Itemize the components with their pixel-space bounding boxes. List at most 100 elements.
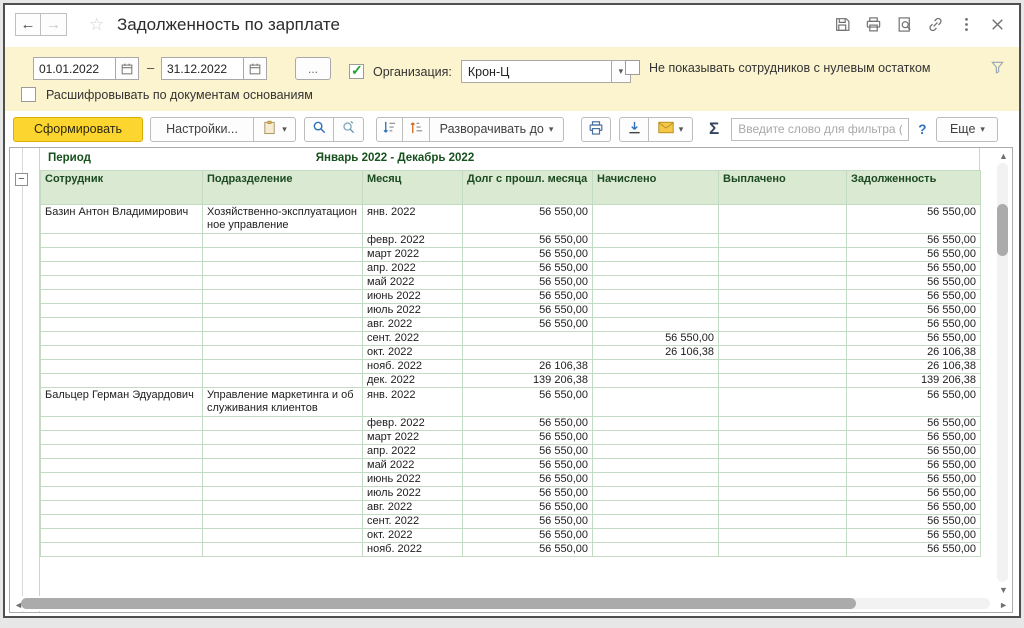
cell-employee[interactable] — [41, 417, 203, 431]
cell-month[interactable]: май 2022 — [363, 459, 463, 473]
cell-month[interactable]: янв. 2022 — [363, 388, 463, 417]
cell-debt-start[interactable]: 56 550,00 — [463, 515, 593, 529]
cell-employee[interactable] — [41, 445, 203, 459]
cell-debt-start[interactable]: 56 550,00 — [463, 543, 593, 557]
column-header[interactable]: Выплачено — [719, 171, 847, 205]
print-button[interactable] — [581, 117, 611, 142]
cell-department[interactable] — [203, 318, 363, 332]
cell-debt-end[interactable]: 56 550,00 — [847, 459, 981, 473]
generate-button[interactable]: Сформировать — [13, 117, 143, 142]
cell-debt-start[interactable]: 56 550,00 — [463, 304, 593, 318]
cell-debt-start[interactable] — [463, 332, 593, 346]
back-button[interactable]: ← — [15, 13, 41, 36]
cell-debt-start[interactable]: 56 550,00 — [463, 290, 593, 304]
column-header[interactable]: Долг с прошл. месяца — [463, 171, 593, 205]
cell-debt-end[interactable]: 56 550,00 — [847, 487, 981, 501]
cell-debt-start[interactable]: 56 550,00 — [463, 487, 593, 501]
cell-paid[interactable] — [719, 501, 847, 515]
cell-month[interactable]: май 2022 — [363, 276, 463, 290]
cell-employee[interactable]: Базин Антон Владимирович — [41, 205, 203, 234]
cell-department[interactable] — [203, 360, 363, 374]
horizontal-scrollbar[interactable]: ◄ ► — [11, 596, 994, 611]
cell-debt-end[interactable]: 56 550,00 — [847, 473, 981, 487]
search-button[interactable] — [304, 117, 334, 142]
cell-paid[interactable] — [719, 304, 847, 318]
period-from-input[interactable] — [33, 57, 115, 80]
cell-accrued[interactable] — [593, 515, 719, 529]
cell-department[interactable] — [203, 431, 363, 445]
cell-month[interactable]: сент. 2022 — [363, 515, 463, 529]
cell-debt-end[interactable]: 56 550,00 — [847, 431, 981, 445]
cell-department[interactable] — [203, 459, 363, 473]
cell-paid[interactable] — [719, 205, 847, 234]
cell-paid[interactable] — [719, 234, 847, 248]
vertical-scrollbar[interactable]: ▲ ▼ — [995, 149, 1011, 596]
cell-department[interactable] — [203, 332, 363, 346]
choose-period-button[interactable]: ... — [295, 57, 331, 80]
cell-debt-start[interactable]: 56 550,00 — [463, 473, 593, 487]
cell-debt-end[interactable]: 56 550,00 — [847, 529, 981, 543]
cell-accrued[interactable] — [593, 360, 719, 374]
hide-zero-checkbox[interactable] — [625, 60, 640, 75]
cell-accrued[interactable] — [593, 318, 719, 332]
send-email-button[interactable]: ▾ — [649, 117, 693, 142]
cell-paid[interactable] — [719, 388, 847, 417]
cell-employee[interactable] — [41, 304, 203, 318]
cell-month[interactable]: нояб. 2022 — [363, 360, 463, 374]
cell-employee[interactable] — [41, 431, 203, 445]
cell-debt-end[interactable]: 56 550,00 — [847, 205, 981, 234]
cell-department[interactable] — [203, 487, 363, 501]
cell-employee[interactable] — [41, 529, 203, 543]
cell-debt-start[interactable]: 56 550,00 — [463, 529, 593, 543]
scroll-right-icon[interactable]: ► — [999, 600, 1008, 610]
cell-employee[interactable] — [41, 459, 203, 473]
column-header[interactable]: Начислено — [593, 171, 719, 205]
cell-employee[interactable] — [41, 360, 203, 374]
cell-debt-end[interactable]: 56 550,00 — [847, 543, 981, 557]
hscroll-thumb[interactable] — [21, 598, 856, 609]
cell-month[interactable]: июль 2022 — [363, 304, 463, 318]
period-to-input[interactable] — [161, 57, 243, 80]
calendar-icon[interactable] — [115, 57, 139, 80]
cell-month[interactable]: авг. 2022 — [363, 501, 463, 515]
cell-month[interactable]: янв. 2022 — [363, 205, 463, 234]
cell-paid[interactable] — [719, 487, 847, 501]
cell-debt-start[interactable]: 56 550,00 — [463, 417, 593, 431]
more-actions-button[interactable]: Еще ▾ — [936, 117, 998, 142]
cell-department[interactable] — [203, 417, 363, 431]
cell-debt-start[interactable]: 139 206,38 — [463, 374, 593, 388]
cell-paid[interactable] — [719, 346, 847, 360]
link-icon[interactable] — [925, 14, 945, 34]
cell-accrued[interactable] — [593, 374, 719, 388]
cell-month[interactable]: апр. 2022 — [363, 262, 463, 276]
cell-debt-start[interactable] — [463, 346, 593, 360]
cell-department[interactable] — [203, 290, 363, 304]
cell-month[interactable]: февр. 2022 — [363, 234, 463, 248]
cell-employee[interactable] — [41, 276, 203, 290]
column-header[interactable]: Сотрудник — [41, 171, 203, 205]
preview-icon[interactable] — [894, 14, 914, 34]
cell-month[interactable]: июнь 2022 — [363, 290, 463, 304]
cell-employee[interactable] — [41, 332, 203, 346]
cell-employee[interactable] — [41, 234, 203, 248]
expand-levels-button[interactable] — [403, 117, 430, 142]
cell-accrued[interactable]: 56 550,00 — [593, 332, 719, 346]
scroll-down-icon[interactable]: ▼ — [999, 585, 1008, 595]
cell-accrued[interactable] — [593, 248, 719, 262]
close-icon[interactable] — [987, 14, 1007, 34]
save-file-button[interactable] — [619, 117, 649, 142]
cell-month[interactable]: июль 2022 — [363, 487, 463, 501]
cell-debt-end[interactable]: 56 550,00 — [847, 388, 981, 417]
cell-paid[interactable] — [719, 290, 847, 304]
cell-debt-start[interactable]: 56 550,00 — [463, 276, 593, 290]
cell-debt-start[interactable]: 56 550,00 — [463, 388, 593, 417]
cell-debt-start[interactable]: 56 550,00 — [463, 248, 593, 262]
cell-debt-start[interactable]: 56 550,00 — [463, 445, 593, 459]
expand-to-button[interactable]: Разворачивать до ▾ — [430, 117, 564, 142]
cell-department[interactable] — [203, 276, 363, 290]
column-header[interactable]: Подразделение — [203, 171, 363, 205]
cell-employee[interactable] — [41, 515, 203, 529]
cell-debt-start[interactable]: 56 550,00 — [463, 318, 593, 332]
cell-accrued[interactable] — [593, 234, 719, 248]
cell-department[interactable] — [203, 501, 363, 515]
